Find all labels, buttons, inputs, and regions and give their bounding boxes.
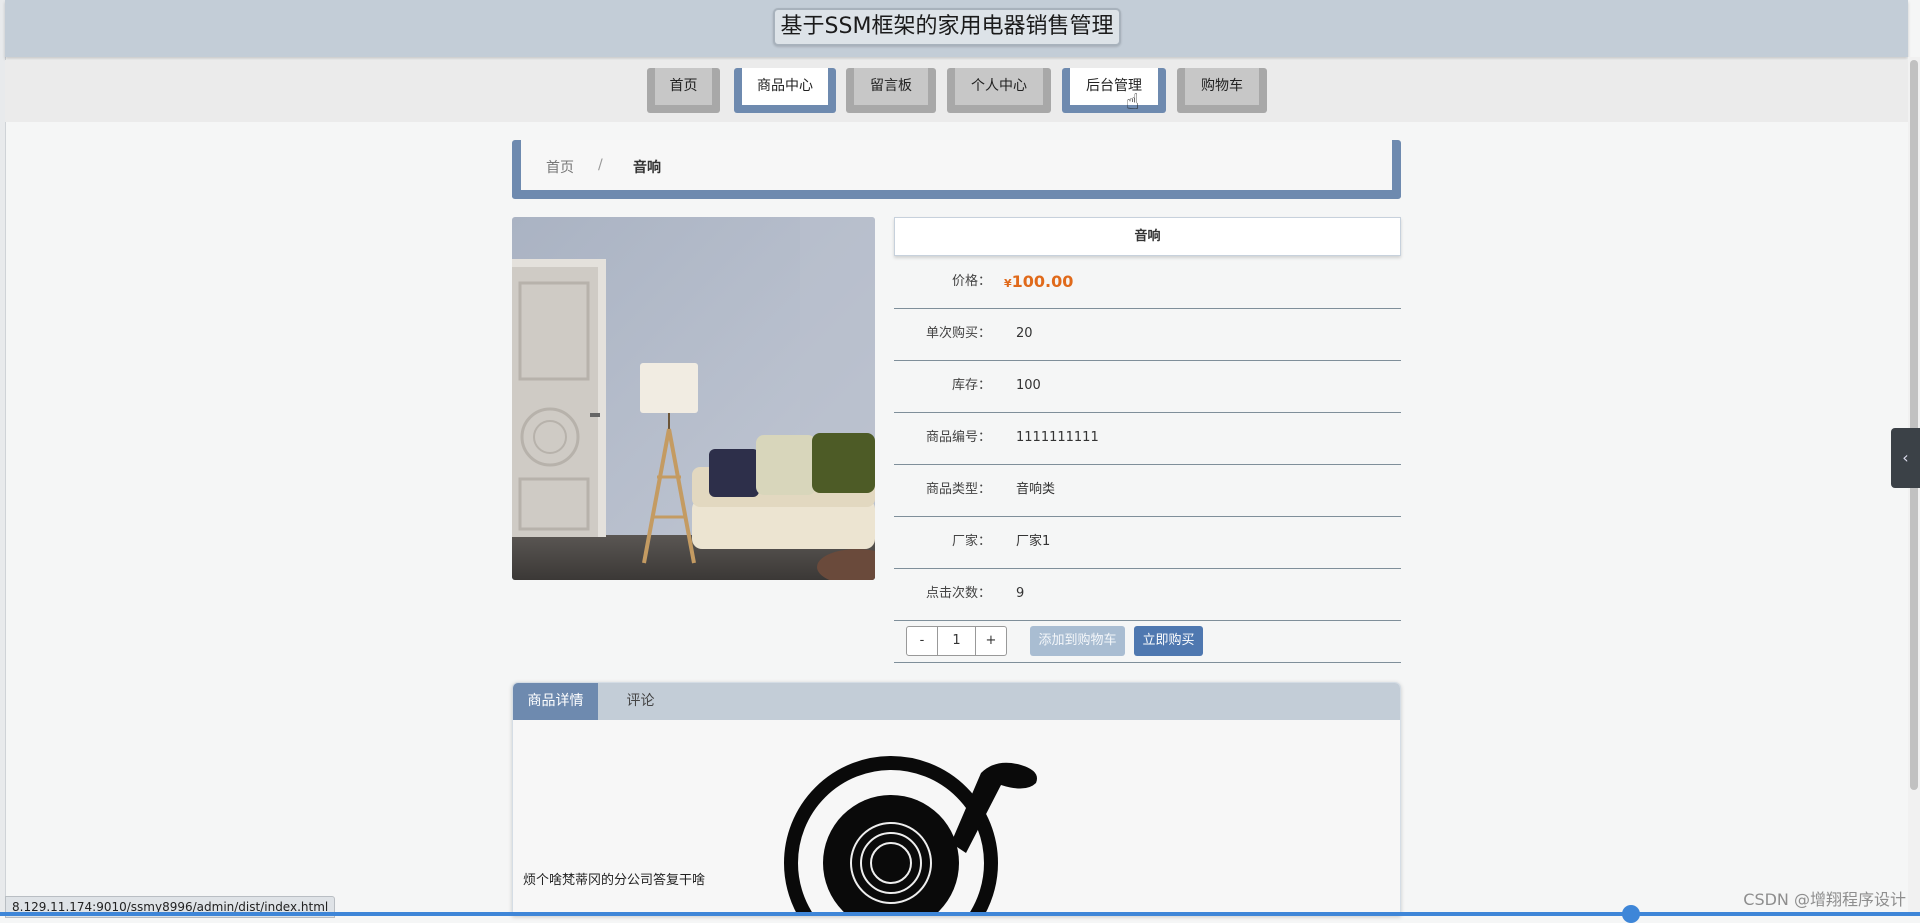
music-disc-icon <box>781 753 1051 915</box>
hand-cursor-icon: ☝ <box>1126 90 1140 115</box>
add-to-cart-button[interactable]: 添加到购物车 <box>1030 626 1125 656</box>
side-panel-toggle[interactable]: ‹ <box>1891 428 1920 488</box>
quantity-input[interactable]: 1 <box>938 627 975 655</box>
price-value: ¥100.00 <box>1004 256 1073 310</box>
info-row: 库存： 100 <box>894 360 1401 413</box>
watermark: CSDN @增翔程序设计 <box>1743 890 1906 909</box>
breadcrumb-current: 音响 <box>633 160 661 176</box>
buy-now-button[interactable]: 立即购买 <box>1134 626 1203 656</box>
nav-item-2[interactable]: 商品中心 <box>734 68 836 113</box>
info-row: 点击次数： 9 <box>894 568 1401 621</box>
nav-item-label: 首页 <box>655 68 712 105</box>
nav-item-label: 商品中心 <box>742 68 828 105</box>
info-row: 商品类型： 音响类 <box>894 464 1401 517</box>
info-value: 音响类 <box>1016 482 1056 497</box>
nav-item-label: 后台管理 <box>1070 68 1158 105</box>
breadcrumb-separator: / <box>598 157 603 173</box>
info-row: 商品编号： 1111111111 <box>894 412 1401 465</box>
breadcrumb-home[interactable]: 首页 <box>546 157 574 177</box>
nav-item-4[interactable]: 个人中心 <box>947 68 1051 113</box>
info-value: 厂家1 <box>1016 534 1051 549</box>
progress-indicator <box>1622 905 1640 923</box>
tab-bar: 商品详情 评论 <box>513 683 1400 720</box>
info-label: 商品编号： <box>925 430 991 445</box>
nav-item-label: 留言板 <box>854 68 928 105</box>
info-row: 单次购买： 20 <box>894 308 1401 361</box>
info-value: 20 <box>1016 326 1033 341</box>
quantity-stepper: - 1 + <box>906 626 1007 656</box>
buy-row: - 1 + 添加到购物车 立即购买 <box>894 620 1401 663</box>
info-value: 100 <box>1016 378 1041 393</box>
currency-symbol: ¥ <box>1004 277 1012 290</box>
info-label: 库存： <box>951 378 991 393</box>
nav-item-3[interactable]: 留言板 <box>846 68 936 113</box>
info-value: 9 <box>1016 586 1025 601</box>
price-amount: 100.00 <box>1011 272 1074 291</box>
nav-item-5[interactable]: 后台管理 <box>1062 68 1166 113</box>
site-title: 基于SSM框架的家用电器销售管理 <box>773 8 1121 46</box>
left-edge <box>0 0 6 916</box>
info-value: 1111111111 <box>1016 430 1099 445</box>
detail-tabs-panel: 商品详情 评论 烦个啥梵蒂冈的分公司答复干啥 <box>512 682 1401 916</box>
product-detail-text: 烦个啥梵蒂冈的分公司答复干啥 <box>523 873 706 888</box>
price-row: 价格： ¥100.00 <box>894 256 1401 309</box>
info-label: 商品类型： <box>925 482 991 497</box>
info-label: 点击次数： <box>925 586 991 601</box>
tab-comments[interactable]: 评论 <box>598 683 683 720</box>
scrollbar-thumb[interactable] <box>1910 60 1918 790</box>
nav-item-1[interactable]: 首页 <box>647 68 720 113</box>
nav-item-6[interactable]: 购物车 <box>1177 68 1267 113</box>
price-label: 价格： <box>951 274 991 289</box>
product-image <box>512 217 875 580</box>
quantity-plus-button[interactable]: + <box>975 627 1006 655</box>
product-name: 音响 <box>894 217 1401 256</box>
breadcrumb: 首页 / 音响 <box>512 140 1401 199</box>
nav-item-label: 个人中心 <box>955 68 1043 105</box>
info-row: 厂家： 厂家1 <box>894 516 1401 569</box>
tab-product-details[interactable]: 商品详情 <box>513 683 598 720</box>
chevron-left-icon: ‹ <box>1902 448 1909 467</box>
nav-item-label: 购物车 <box>1185 68 1259 105</box>
info-label: 厂家： <box>951 534 991 549</box>
info-label: 单次购买： <box>925 326 991 341</box>
quantity-minus-button[interactable]: - <box>907 627 938 655</box>
